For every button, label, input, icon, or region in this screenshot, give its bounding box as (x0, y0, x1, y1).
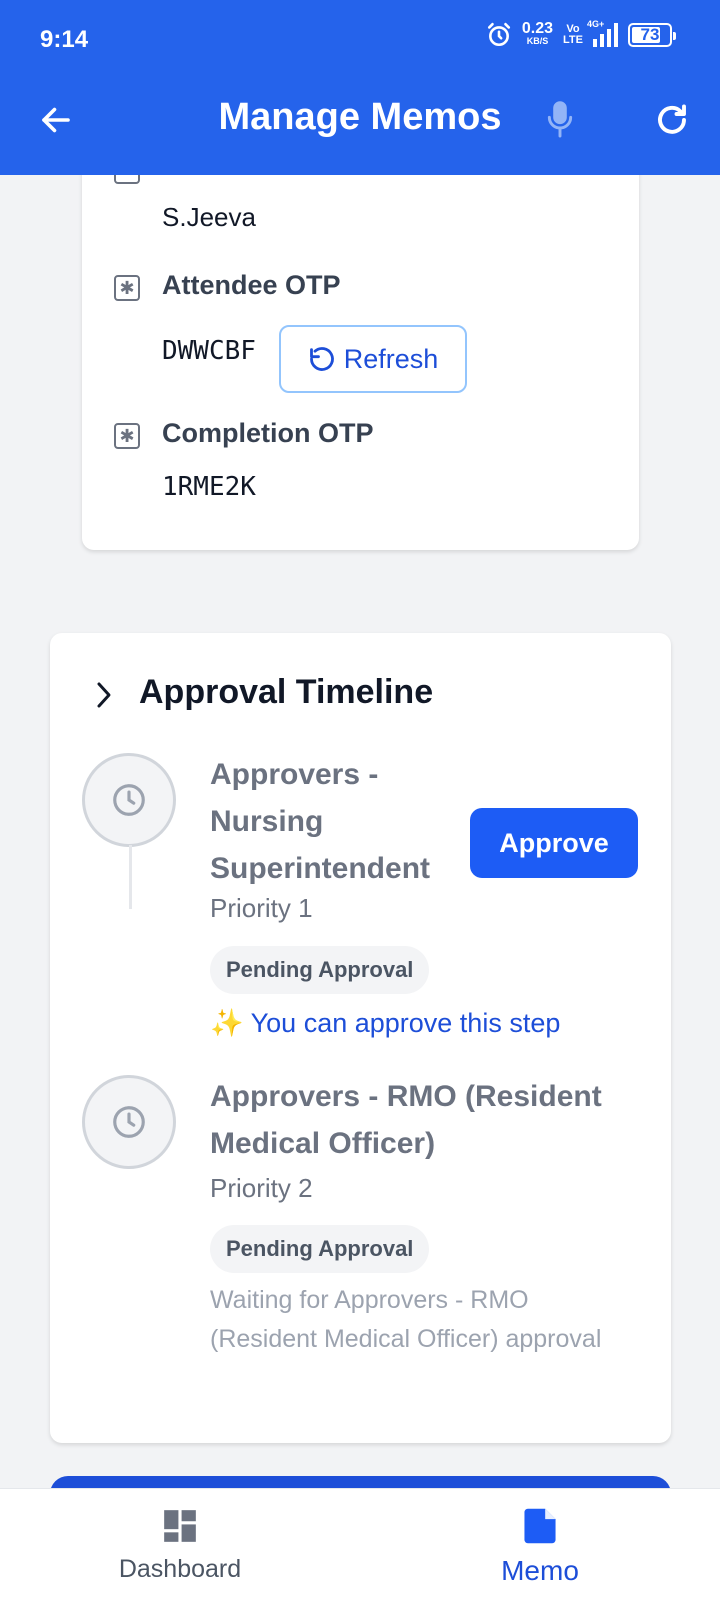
attendee-otp-value: DWWCBF (162, 336, 256, 366)
battery-level: 73 (640, 25, 660, 44)
step-priority: Priority 2 (210, 1173, 313, 1203)
status-badge: Pending Approval (210, 1225, 430, 1273)
clock-icon (113, 1106, 145, 1138)
refresh-label: Refresh (343, 343, 439, 374)
approve-hint: ✨ You can approve this step (210, 1008, 561, 1038)
asterisk-icon: ✱ (114, 423, 140, 449)
status-badge: Pending Approval (210, 946, 430, 994)
battery-icon: 73 (628, 23, 676, 47)
waiting-note: Waiting for Approvers - RMO (Resident Me… (210, 1286, 602, 1353)
step-priority: Priority 1 (210, 893, 313, 923)
alarm-icon (487, 22, 510, 47)
refresh-icon (309, 347, 334, 371)
status-time: 9:14 (40, 26, 89, 53)
bottom-navigation: Dashboard Memo (0, 1488, 720, 1604)
memo-icon (524, 1508, 556, 1544)
manage-memos-screen: Name S.Jeeva ✱ Attendee OTP DWWCBF Refre… (0, 0, 720, 1604)
name-value: S.Jeeva (162, 202, 256, 232)
approval-timeline-title: Approval Timeline (139, 673, 434, 711)
signal-icon: 4G+ (587, 19, 618, 47)
dashboard-icon (164, 1510, 196, 1542)
microphone-icon[interactable] (538, 96, 582, 144)
pending-step-indicator (82, 753, 176, 847)
nav-dashboard[interactable]: Dashboard (60, 1507, 300, 1584)
volte-indicator: Vo LTE (563, 23, 583, 46)
status-icons: 0.23 KB/S Vo LTE 4G+ 73 (486, 19, 676, 48)
refresh-icon[interactable] (648, 96, 696, 144)
nav-memo[interactable]: Memo (420, 1507, 660, 1587)
step-title: Approvers - RMO (Resident Medical Office… (210, 1080, 602, 1160)
net-speed: 0.23 KB/S (521, 20, 554, 47)
nav-memo-label: Memo (501, 1555, 579, 1586)
asterisk-icon: ✱ (114, 275, 140, 301)
chevron-right-icon[interactable] (90, 677, 118, 713)
app-header: 9:14 0.23 KB/S Vo LTE 4G+ 73 Manage Memo… (0, 0, 720, 175)
approve-button[interactable]: Approve (470, 808, 638, 878)
attendee-otp-label: Attendee OTP (162, 270, 341, 300)
approval-timeline-card: Approval Timeline Approvers - Nursing Su… (50, 633, 671, 1443)
nav-dashboard-label: Dashboard (118, 1555, 242, 1583)
pending-step-indicator (82, 1075, 176, 1169)
page-title: Manage Memos (218, 96, 502, 138)
completion-otp-value: 1RME2K (162, 472, 256, 502)
timeline-connector (129, 845, 132, 909)
completion-otp-label: Completion OTP (162, 418, 374, 448)
refresh-otp-button[interactable]: Refresh (279, 325, 467, 393)
memo-details-card: Name S.Jeeva ✱ Attendee OTP DWWCBF Refre… (82, 140, 639, 550)
step-title: Approvers - Nursing Superintendent (210, 758, 431, 885)
clock-icon (113, 784, 145, 816)
